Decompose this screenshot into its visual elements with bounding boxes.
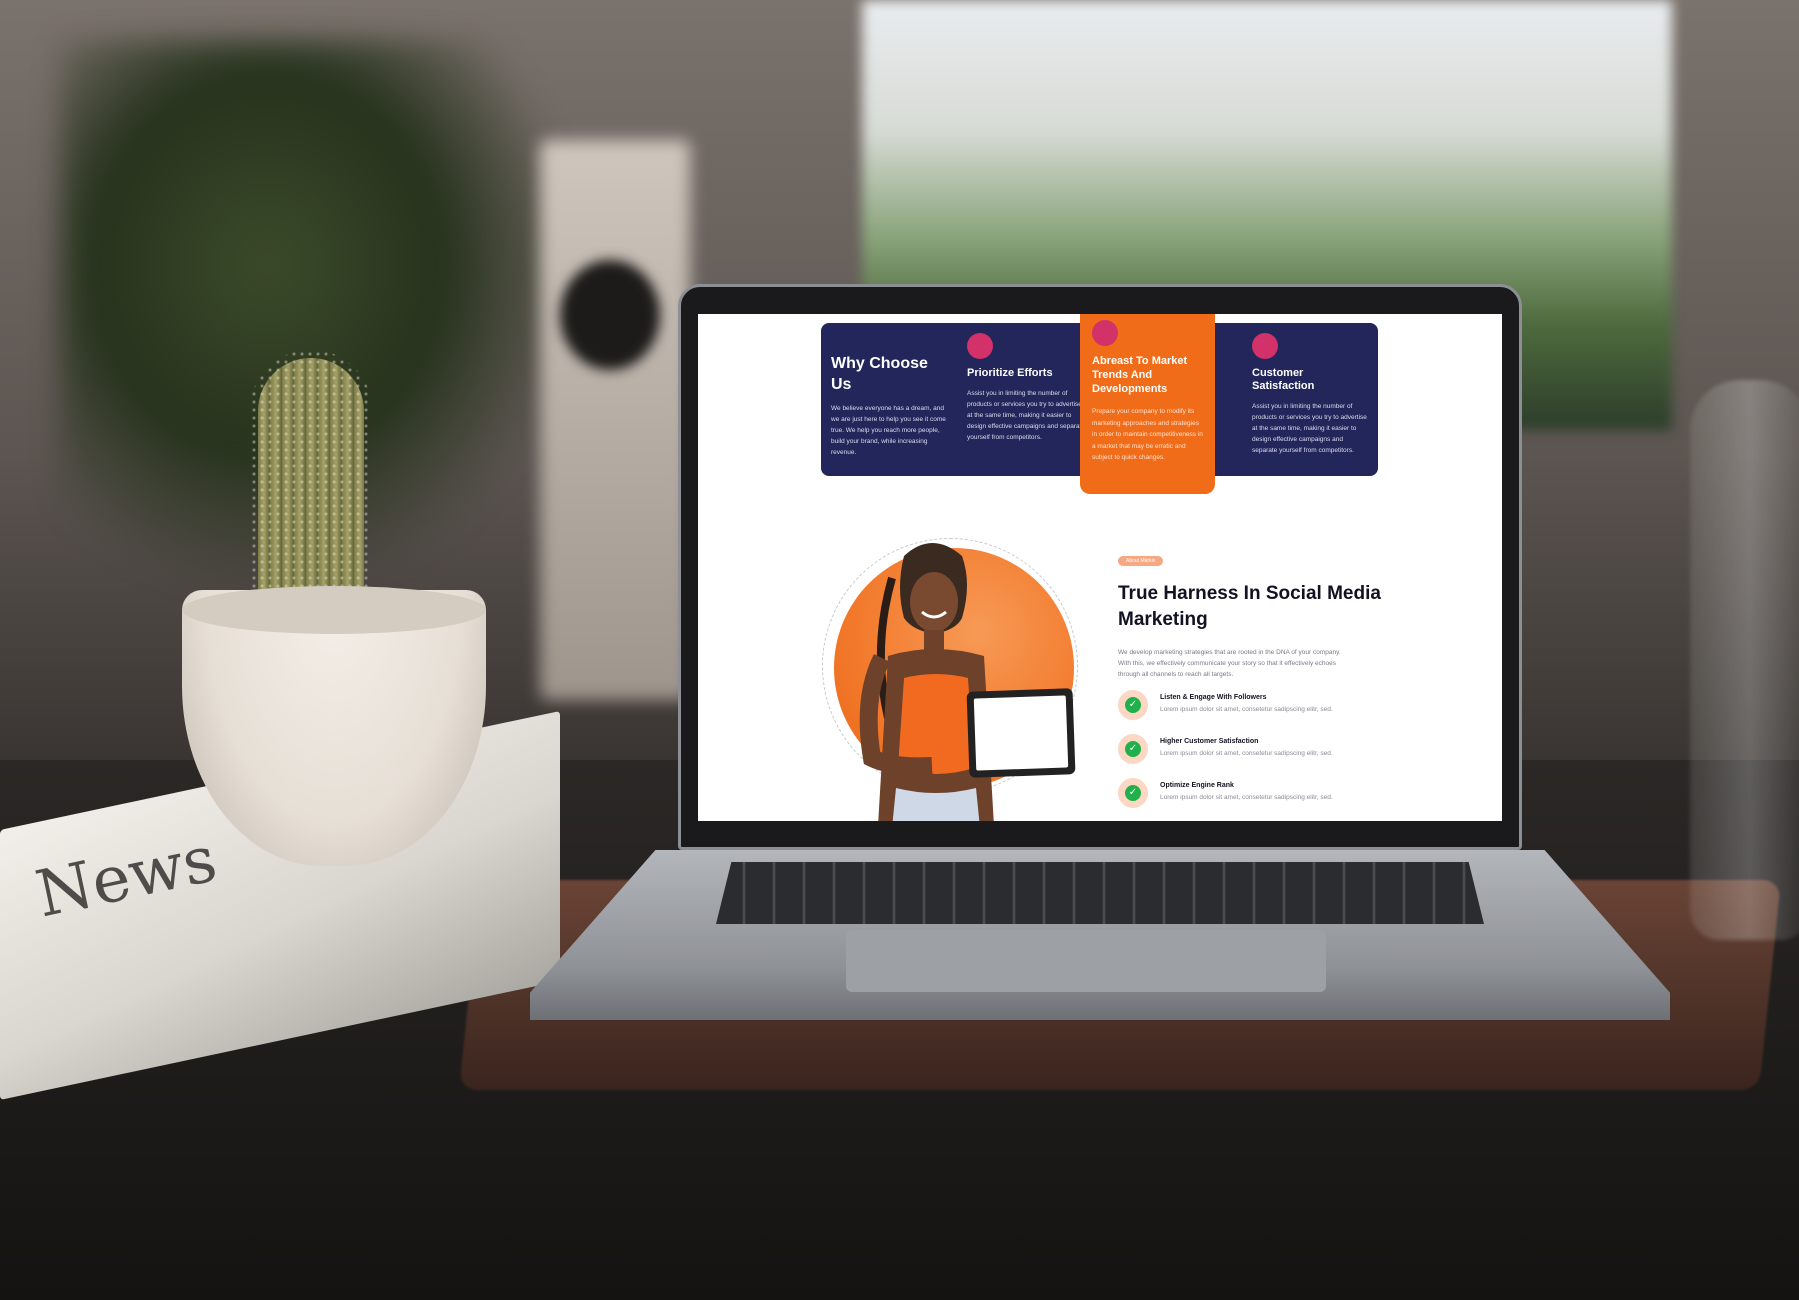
about-image — [822, 538, 1078, 821]
why-text: We believe everyone has a dream, and we … — [831, 405, 946, 456]
list-item: ✓ Higher Customer Satisfaction Lorem ips… — [1118, 734, 1448, 778]
glass-bottle — [1690, 380, 1799, 940]
desk-scene: News Why Choose Us We believe everyone h… — [0, 0, 1799, 1300]
check-icon: ✓ — [1118, 734, 1148, 764]
laptop-trackpad — [846, 930, 1326, 992]
check-icon: ✓ — [1118, 778, 1148, 808]
benefit-title: Listen & Engage With Followers — [1160, 694, 1267, 701]
about-title: True Harness In Social Media Marketing — [1118, 583, 1381, 630]
speaker-driver — [560, 260, 660, 370]
about-section: About Markin True Harness In Social Medi… — [1118, 549, 1448, 821]
benefit-text: Lorem ipsum dolor sit amet, consetetur s… — [1160, 706, 1333, 713]
why-title: Why Choose Us — [831, 355, 928, 393]
background-speaker — [540, 140, 690, 700]
pink-dot-icon — [967, 333, 993, 359]
pink-dot-icon — [1092, 320, 1118, 346]
feature-card-trends[interactable]: Abreast To Market Trends And Development… — [1080, 314, 1215, 494]
section-badge: About Markin — [1118, 556, 1164, 566]
feature-title: Customer Satisfaction — [1252, 367, 1315, 392]
feature-title: Prioritize Efforts — [967, 367, 1053, 379]
benefit-text: Lorem ipsum dolor sit amet, consetetur s… — [1160, 794, 1333, 801]
feature-text: Assist you in limiting the number of pro… — [1252, 403, 1367, 454]
pink-dot-icon — [1252, 333, 1278, 359]
feature-text: Prepare your company to modify its marke… — [1092, 408, 1203, 461]
laptop-screen: Why Choose Us We believe everyone has a … — [698, 314, 1502, 821]
benefit-text: Lorem ipsum dolor sit amet, consetetur s… — [1160, 750, 1333, 757]
feature-card-satisfaction[interactable]: Customer Satisfaction Assist you in limi… — [1242, 323, 1378, 476]
list-item: ✓ Optimize Engine Rank Lorem ipsum dolor… — [1118, 778, 1448, 821]
feature-text: Assist you in limiting the number of pro… — [967, 390, 1086, 441]
benefit-title: Higher Customer Satisfaction — [1160, 738, 1259, 745]
plant-pot-rim — [182, 586, 486, 634]
list-item: ✓ Listen & Engage With Followers Lorem i… — [1118, 690, 1448, 734]
laptop-keyboard — [716, 862, 1484, 924]
feature-card-prioritize[interactable]: Prioritize Efforts Assist you in limitin… — [957, 323, 1099, 476]
why-choose-us: Why Choose Us We believe everyone has a … — [821, 323, 957, 476]
benefit-title: Optimize Engine Rank — [1160, 782, 1234, 789]
woman-with-tablet-photo — [859, 543, 994, 821]
feature-title: Abreast To Market Trends And Development… — [1092, 355, 1188, 395]
about-description: We develop marketing strategies that are… — [1118, 649, 1341, 678]
tablet — [966, 688, 1076, 778]
tablet-screen — [973, 695, 1069, 771]
benefits-list: ✓ Listen & Engage With Followers Lorem i… — [1118, 690, 1448, 821]
check-icon: ✓ — [1118, 690, 1148, 720]
